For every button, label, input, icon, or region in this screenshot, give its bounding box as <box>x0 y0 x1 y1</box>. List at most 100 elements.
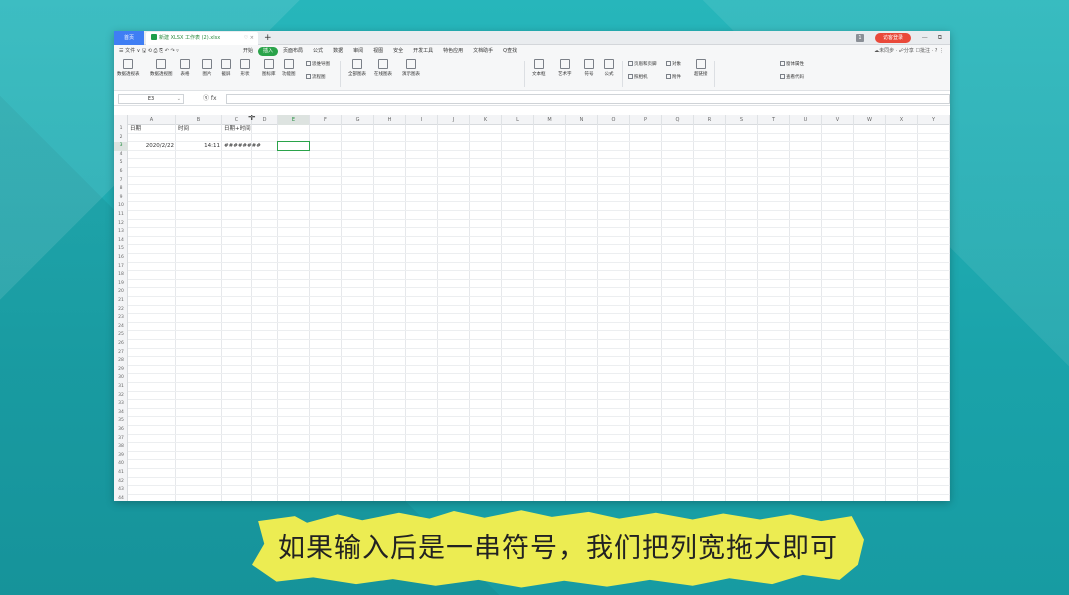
column-header-I[interactable]: I <box>406 115 438 125</box>
ribbon-button-11[interactable]: 文本框 <box>532 59 546 77</box>
row-header-17[interactable]: 17 <box>114 263 128 272</box>
row-header-41[interactable]: 41 <box>114 469 128 478</box>
menu-tab-8[interactable]: 开发工具 <box>408 45 438 57</box>
ribbon-small-bottom-1[interactable]: 照相机 <box>628 74 648 80</box>
row-header-1[interactable]: 1 <box>114 125 128 134</box>
sheet-grid[interactable]: ABCDEFGHIJKLMNOPQRSTUVWXY 1 2 3 4 5 6 7 8 9 10 11 1… <box>114 115 950 501</box>
name-box[interactable]: E3 ⌄ <box>118 94 184 104</box>
active-cell-selection[interactable] <box>277 141 310 151</box>
row-header-42[interactable]: 42 <box>114 478 128 487</box>
column-header-K[interactable]: K <box>470 115 502 125</box>
row-header-2[interactable]: 2 <box>114 134 128 143</box>
row-header-19[interactable]: 19 <box>114 280 128 289</box>
row-header-15[interactable]: 15 <box>114 245 128 254</box>
column-header-X[interactable]: X <box>886 115 918 125</box>
fx-icon[interactable]: ⓠ fx <box>203 93 217 104</box>
row-header-13[interactable]: 13 <box>114 228 128 237</box>
row-header-8[interactable]: 8 <box>114 185 128 194</box>
row-header-16[interactable]: 16 <box>114 254 128 263</box>
menu-tab-11[interactable]: Q查找 <box>498 45 522 57</box>
row-header-11[interactable]: 11 <box>114 211 128 220</box>
column-header-M[interactable]: M <box>534 115 566 125</box>
tab-actions[interactable]: ♡ × <box>244 32 254 45</box>
column-header-E[interactable]: E <box>278 115 310 125</box>
row-header-24[interactable]: 24 <box>114 323 128 332</box>
row-header-18[interactable]: 18 <box>114 271 128 280</box>
row-header-4[interactable]: 4 <box>114 151 128 160</box>
file-quick-access[interactable]: ☰ 文件 ∨ 🖫 ⟲ ⎙ ⎘ ↶ ↷ ▿ <box>119 45 179 57</box>
cell-area[interactable]: 日期 时间 日期+时间 2020/2/22 14:11 ######## <box>128 125 950 501</box>
column-header-A[interactable]: A <box>128 115 176 125</box>
ribbon-small-bottom-0[interactable]: 流程图 <box>306 74 326 80</box>
row-header-36[interactable]: 36 <box>114 426 128 435</box>
ribbon-small-top-3[interactable]: 窗体属性 <box>780 61 804 67</box>
menu-tab-10[interactable]: 文档助手 <box>468 45 498 57</box>
cell-B3[interactable]: 14:11 <box>178 142 220 151</box>
column-header-T[interactable]: T <box>758 115 790 125</box>
menu-tab-9[interactable]: 特色应用 <box>438 45 468 57</box>
row-header-38[interactable]: 38 <box>114 443 128 452</box>
row-header-40[interactable]: 40 <box>114 460 128 469</box>
column-header-N[interactable]: N <box>566 115 598 125</box>
ribbon-small-top-1[interactable]: 页眉和页脚 <box>628 61 657 67</box>
cell-A1[interactable]: 日期 <box>130 125 174 134</box>
row-header-23[interactable]: 23 <box>114 314 128 323</box>
select-all-corner[interactable] <box>114 115 128 125</box>
ribbon-small-top-2[interactable]: 对象 <box>666 61 681 67</box>
cell-B1[interactable]: 时间 <box>178 125 220 134</box>
row-header-25[interactable]: 25 <box>114 331 128 340</box>
row-header-44[interactable]: 44 <box>114 495 128 501</box>
row-header-33[interactable]: 33 <box>114 400 128 409</box>
row-header-28[interactable]: 28 <box>114 357 128 366</box>
ribbon-button-15[interactable]: 超链接 <box>694 59 708 77</box>
column-header-O[interactable]: O <box>598 115 630 125</box>
ribbon-button-6[interactable]: 图标库 <box>262 59 276 77</box>
ribbon-button-3[interactable]: 图片 <box>202 59 212 77</box>
menu-tab-0[interactable]: 开始 <box>238 45 258 57</box>
ribbon-button-2[interactable]: 表格 <box>180 59 190 77</box>
menu-tab-4[interactable]: 数据 <box>328 45 348 57</box>
row-header-32[interactable]: 32 <box>114 392 128 401</box>
row-header-34[interactable]: 34 <box>114 409 128 418</box>
column-header-S[interactable]: S <box>726 115 758 125</box>
row-header-21[interactable]: 21 <box>114 297 128 306</box>
ribbon-button-12[interactable]: 艺术字 <box>558 59 572 77</box>
ribbon-button-0[interactable]: 数据透视表 <box>117 59 140 77</box>
row-header-12[interactable]: 12 <box>114 220 128 229</box>
column-header-Y[interactable]: Y <box>918 115 950 125</box>
ribbon-button-4[interactable]: 截屏 <box>221 59 231 77</box>
ribbon-button-5[interactable]: 形状 <box>240 59 250 77</box>
menu-tab-1[interactable]: 插入 <box>258 46 279 56</box>
column-header-V[interactable]: V <box>822 115 854 125</box>
ribbon-button-13[interactable]: 符号 <box>584 59 594 77</box>
row-header-43[interactable]: 43 <box>114 486 128 495</box>
row-header-14[interactable]: 14 <box>114 237 128 246</box>
column-header-H[interactable]: H <box>374 115 406 125</box>
menu-tab-5[interactable]: 审阅 <box>348 45 368 57</box>
row-header-37[interactable]: 37 <box>114 435 128 444</box>
column-header-Q[interactable]: Q <box>662 115 694 125</box>
row-header-22[interactable]: 22 <box>114 306 128 315</box>
row-header-6[interactable]: 6 <box>114 168 128 177</box>
row-header-29[interactable]: 29 <box>114 366 128 375</box>
ribbon-small-bottom-2[interactable]: 附件 <box>666 74 681 80</box>
row-header-9[interactable]: 9 <box>114 194 128 203</box>
column-header-D[interactable]: D <box>252 115 278 125</box>
row-header-7[interactable]: 7 <box>114 177 128 186</box>
window-controls[interactable]: — ⧉ <box>922 31 946 45</box>
row-header-35[interactable]: 35 <box>114 417 128 426</box>
menu-tab-2[interactable]: 页面布局 <box>278 45 308 57</box>
formula-input[interactable] <box>226 94 950 104</box>
menu-right-tools[interactable]: ☁未同步 · ☍分享 ☐批注 · ? ⋮ <box>874 45 944 57</box>
column-header-P[interactable]: P <box>630 115 662 125</box>
column-header-G[interactable]: G <box>342 115 374 125</box>
row-header-39[interactable]: 39 <box>114 452 128 461</box>
ribbon-button-8[interactable]: 全部图表 <box>348 59 366 77</box>
menu-tab-6[interactable]: 视图 <box>368 45 388 57</box>
row-header-10[interactable]: 10 <box>114 202 128 211</box>
row-header-31[interactable]: 31 <box>114 383 128 392</box>
cell-A3[interactable]: 2020/2/22 <box>130 142 174 151</box>
row-header-3[interactable]: 3 <box>114 142 128 151</box>
tab-home[interactable]: 首页 <box>114 31 144 45</box>
row-header-27[interactable]: 27 <box>114 349 128 358</box>
